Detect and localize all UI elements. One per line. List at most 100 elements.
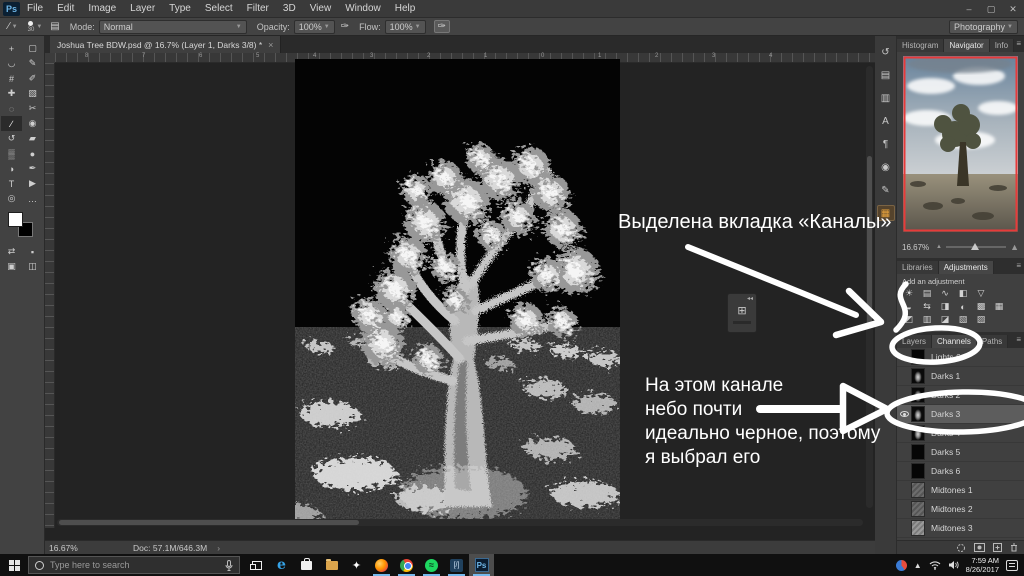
swap-colors[interactable]: ⇄	[1, 244, 22, 259]
tk-actions-panel-icon[interactable]: ▦	[877, 205, 895, 221]
vertical-scrollbar[interactable]	[866, 66, 873, 508]
brush-tool[interactable]: ∕	[1, 116, 22, 131]
menu-file[interactable]: File	[20, 0, 50, 18]
quick-mask-mode[interactable]: ▣	[1, 259, 22, 274]
move-tool[interactable]: +	[1, 41, 22, 56]
panel-tab-navigator[interactable]: Navigator	[944, 39, 989, 52]
minimize-button[interactable]: –	[958, 0, 980, 18]
navigator-zoom-field[interactable]: 16.67%	[902, 243, 936, 252]
channel-row-midtones-2[interactable]: Midtones 2	[897, 500, 1024, 519]
adjustment-exposure-icon[interactable]: ◧	[956, 287, 970, 300]
color-swatches[interactable]	[6, 212, 36, 240]
taskbar-dropbox-icon[interactable]: ✦	[344, 554, 369, 576]
panel-tab-info[interactable]: Info	[990, 39, 1014, 52]
tool-preset-icon[interactable]: ∕	[8, 21, 10, 32]
character-panel-icon[interactable]: A	[877, 113, 895, 129]
panel-menu-icon[interactable]: ≡	[1016, 261, 1021, 270]
adjustment-vibrance-icon[interactable]: ▽	[974, 287, 988, 300]
type-tool[interactable]: T	[1, 176, 22, 191]
dodge-tool[interactable]: ◑	[1, 161, 22, 176]
taskbar-code-icon[interactable]: [/]	[444, 554, 469, 576]
menu-edit[interactable]: Edit	[50, 0, 81, 18]
status-menu-arrow-icon[interactable]: ›	[217, 543, 220, 553]
gradient-tool[interactable]: ▒	[1, 146, 22, 161]
info-panel-icon[interactable]: ▥	[877, 90, 895, 106]
marquee-tool[interactable]: ▢	[22, 41, 43, 56]
load-selection-icon[interactable]	[956, 543, 966, 553]
taskbar-store-icon[interactable]	[294, 554, 319, 576]
document-tab[interactable]: Joshua Tree BDW.psd @ 16.7% (Layer 1, Da…	[50, 36, 281, 53]
toggle-brush-panel-icon[interactable]: ▤	[50, 21, 59, 32]
adjustment-curves-icon[interactable]: ∿	[938, 287, 952, 300]
zoom-tool[interactable]: ◎	[1, 191, 22, 206]
network-icon[interactable]	[929, 560, 941, 570]
adjustment-black-white-icon[interactable]: ◨	[938, 300, 952, 313]
pen-tool[interactable]: ✒	[22, 161, 43, 176]
volume-icon[interactable]	[948, 560, 959, 570]
pressure-opacity-icon[interactable]: ✑	[341, 21, 349, 32]
zoom-in-mountain-icon[interactable]: ▲	[1010, 242, 1019, 252]
channel-row-darks-2[interactable]: Darks 2	[897, 386, 1024, 405]
action-center-icon[interactable]	[1006, 560, 1018, 571]
flow-select[interactable]: 100%▼	[385, 20, 426, 34]
taskbar-firefox-icon[interactable]	[369, 554, 394, 576]
opacity-select[interactable]: 100%▼	[294, 20, 335, 34]
brush-settings-panel-icon[interactable]: ✎	[877, 182, 895, 198]
floating-collapsed-panel[interactable]: ◂◂ ⊞	[727, 293, 757, 333]
adjustment-hue-saturation-icon[interactable]: ◒	[902, 300, 916, 313]
patch-tool[interactable]: ▧	[22, 86, 43, 101]
adjustment-levels-icon[interactable]: ▤	[920, 287, 934, 300]
taskbar-explorer-icon[interactable]	[319, 554, 344, 576]
adjustment-color-balance-icon[interactable]: ⇆	[920, 300, 934, 313]
visibility-toggle[interactable]	[897, 411, 911, 417]
lasso-tool[interactable]: ◡	[1, 56, 22, 71]
start-button[interactable]	[0, 554, 28, 576]
microphone-icon[interactable]	[225, 560, 233, 571]
blend-mode-select[interactable]: Normal▼	[99, 20, 247, 34]
taskbar-search[interactable]: Type here to search	[28, 556, 240, 574]
history-brush-tool[interactable]: ↺	[1, 131, 22, 146]
brush-preset-picker[interactable]: 30	[28, 21, 35, 33]
panel-tab-histogram[interactable]: Histogram	[897, 39, 944, 52]
navigator-thumbnail[interactable]	[903, 56, 1018, 232]
collapse-arrows-icon[interactable]: ◂◂	[747, 295, 753, 302]
default-colors[interactable]: ▪	[22, 244, 43, 259]
path-selection-tool[interactable]: ▶	[22, 176, 43, 191]
panel-menu-icon[interactable]: ≡	[1016, 39, 1021, 48]
edit-toolbar[interactable]: …	[22, 191, 43, 206]
tray-time[interactable]: 7:59 AM	[966, 556, 999, 565]
save-selection-as-channel-icon[interactable]	[974, 543, 985, 552]
menu-help[interactable]: Help	[388, 0, 423, 18]
channel-row-lights-6[interactable]: Lights 6	[897, 348, 1024, 367]
tray-date[interactable]: 8/26/2017	[966, 565, 999, 574]
adjustment-invert-icon[interactable]: ◩	[902, 313, 916, 326]
panel-tab-adjustments[interactable]: Adjustments	[939, 261, 994, 274]
eraser-tool[interactable]: ▰	[22, 131, 43, 146]
channel-row-darks-6[interactable]: Darks 6	[897, 462, 1024, 481]
channel-row-darks-1[interactable]: Darks 1	[897, 367, 1024, 386]
adjustment-color-lookup-icon[interactable]: ▦	[992, 300, 1006, 313]
adjustment-channel-mixer-icon[interactable]: ▩	[974, 300, 988, 313]
zoom-out-mountain-icon[interactable]: ▲	[936, 244, 942, 250]
new-channel-icon[interactable]	[993, 543, 1002, 552]
taskbar-chrome-icon[interactable]	[394, 554, 419, 576]
adjustment-selective-color-icon[interactable]: ▨	[974, 313, 988, 326]
menu-select[interactable]: Select	[198, 0, 240, 18]
channel-row-darks-3[interactable]: Darks 3	[897, 405, 1024, 424]
navigator-zoom-slider[interactable]	[946, 246, 1006, 248]
panel-tab-paths[interactable]: Paths	[977, 335, 1008, 348]
paragraph-panel-icon[interactable]: ¶	[877, 136, 895, 152]
close-button[interactable]: ✕	[1002, 0, 1024, 18]
scissors-tool[interactable]: ✂	[22, 101, 43, 116]
menu-layer[interactable]: Layer	[123, 0, 162, 18]
panel-tab-libraries[interactable]: Libraries	[897, 261, 939, 274]
horizontal-scrollbar[interactable]	[57, 519, 863, 526]
blur-tool[interactable]: ●	[22, 146, 43, 161]
panel-menu-icon[interactable]: ≡	[1016, 335, 1021, 344]
taskbar-photoshop-icon[interactable]: Ps	[469, 554, 494, 576]
menu-image[interactable]: Image	[81, 0, 123, 18]
panel-grid-icon[interactable]: ⊞	[737, 304, 746, 317]
clone-stamp-tool[interactable]: ◉	[22, 116, 43, 131]
zoom-level-field[interactable]: 16.67%	[49, 543, 119, 553]
menu-window[interactable]: Window	[338, 0, 388, 18]
